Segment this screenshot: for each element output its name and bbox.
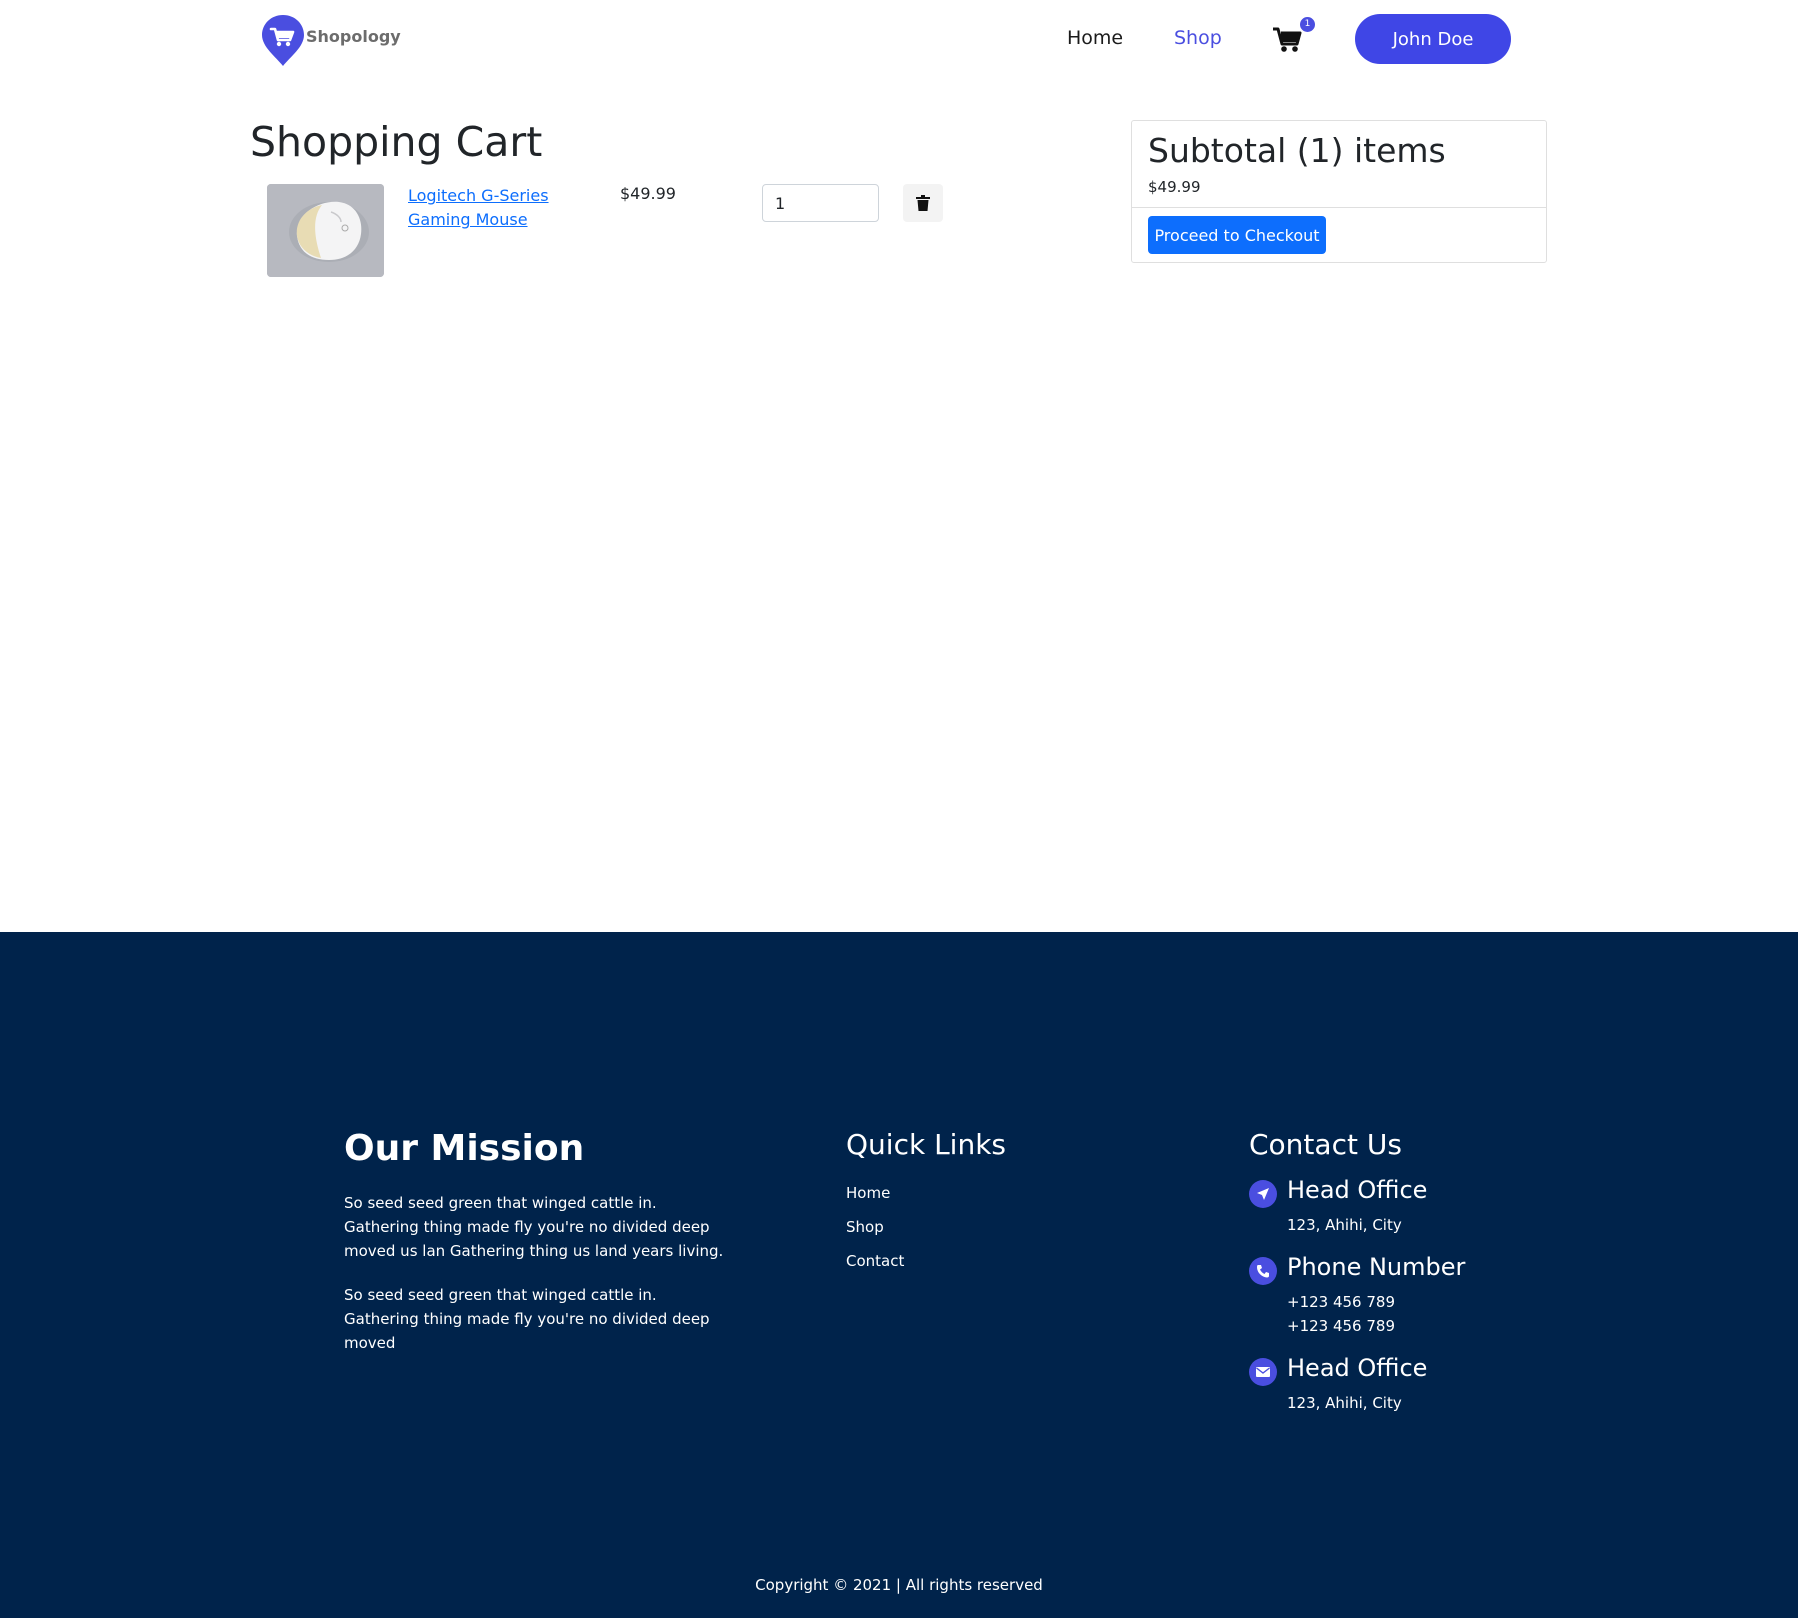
location-arrow-icon <box>1249 1180 1277 1208</box>
footer: Our Mission So seed seed green that wing… <box>0 932 1798 1618</box>
footer-link-home[interactable]: Home <box>846 1184 890 1202</box>
nav-shop-link[interactable]: Shop <box>1174 27 1222 49</box>
subtotal-amount: $49.99 <box>1148 178 1201 196</box>
mission-paragraph: So seed seed green that winged cattle in… <box>344 1286 710 1352</box>
mission-paragraph: So seed seed green that winged cattle in… <box>344 1194 724 1260</box>
gaming-mouse-image <box>267 184 384 277</box>
contact-detail: +123 456 789 <box>1287 1317 1395 1335</box>
quick-links-title: Quick Links <box>846 1128 1007 1161</box>
copyright-text: Copyright © 2021 | All rights reserved <box>755 1576 1043 1594</box>
proceed-to-checkout-button[interactable]: Proceed to Checkout <box>1148 216 1326 254</box>
contact-heading: Phone Number <box>1287 1253 1466 1281</box>
contact-heading: Head Office <box>1287 1354 1428 1382</box>
phone-icon <box>1249 1257 1277 1285</box>
quantity-input[interactable] <box>762 184 879 222</box>
remove-item-button[interactable] <box>903 184 943 222</box>
cart-count-badge: 1 <box>1300 17 1315 32</box>
product-price: $49.99 <box>620 184 676 203</box>
envelope-icon <box>1249 1358 1277 1386</box>
shopping-cart-pin-icon <box>262 15 304 66</box>
navbar: Shopology Home Shop 1 John Doe <box>0 0 1798 80</box>
page-title: Shopping Cart <box>250 118 543 166</box>
nav-home-link[interactable]: Home <box>1067 27 1123 49</box>
user-menu-button[interactable]: John Doe <box>1355 14 1511 64</box>
cart-button[interactable] <box>1272 26 1302 54</box>
footer-link-shop[interactable]: Shop <box>846 1218 884 1236</box>
summary-header: Subtotal (1) items $49.99 <box>1132 121 1546 208</box>
contact-detail: 123, Ahihi, City <box>1287 1216 1402 1234</box>
trash-icon <box>916 195 930 211</box>
contact-detail: 123, Ahihi, City <box>1287 1394 1402 1412</box>
contact-heading: Head Office <box>1287 1176 1428 1204</box>
order-summary-card: Subtotal (1) items $49.99 Proceed to Che… <box>1131 120 1547 263</box>
logo-text: Shopology <box>306 27 401 46</box>
footer-link-contact[interactable]: Contact <box>846 1252 904 1270</box>
product-thumbnail <box>267 184 384 277</box>
shopping-cart-icon <box>1273 27 1302 52</box>
logo[interactable]: Shopology <box>260 13 401 69</box>
contact-detail: +123 456 789 <box>1287 1293 1395 1311</box>
subtotal-title: Subtotal (1) items <box>1148 131 1446 170</box>
product-name-link[interactable]: Logitech G-Series Gaming Mouse <box>408 184 598 232</box>
contact-title: Contact Us <box>1249 1128 1402 1161</box>
mission-title: Our Mission <box>344 1128 585 1169</box>
